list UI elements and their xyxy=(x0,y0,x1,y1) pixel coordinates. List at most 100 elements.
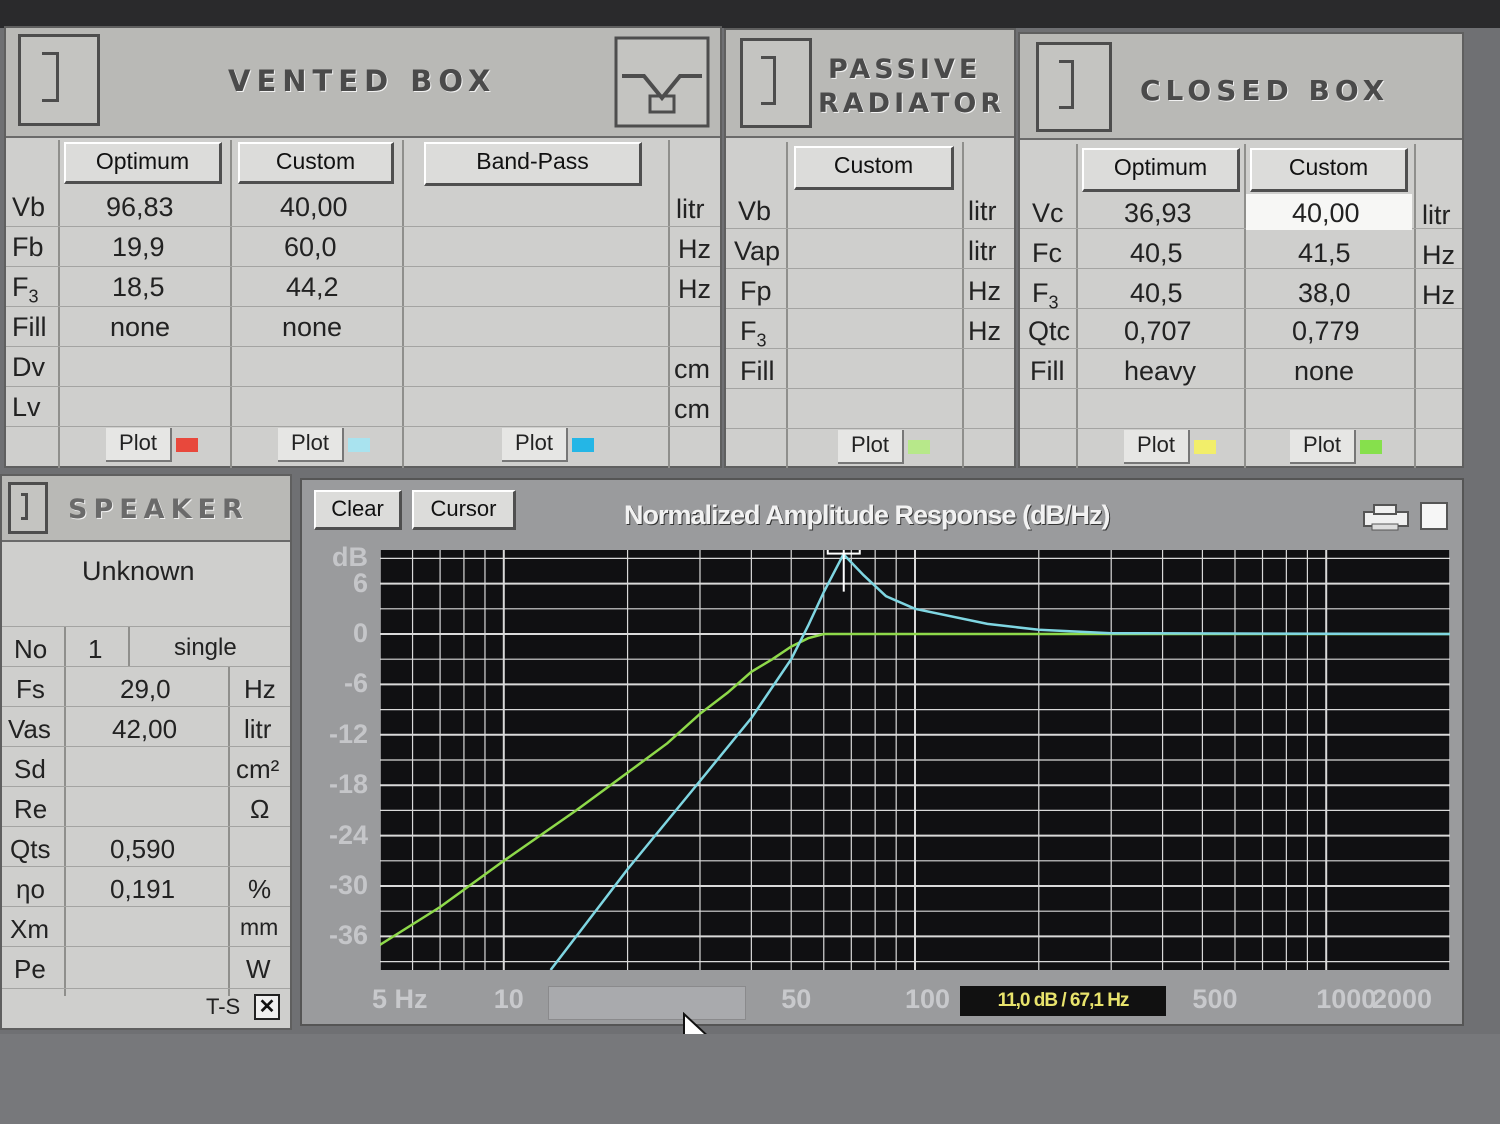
closed-cust-vc-input[interactable]: 40,00 xyxy=(1292,198,1360,229)
closed-unit-f3: Hz xyxy=(1422,280,1455,310)
passive-row-line xyxy=(726,228,1014,229)
printer-icon[interactable] xyxy=(1360,502,1412,532)
passive-row-line xyxy=(726,268,1014,269)
speaker-no-label: No xyxy=(14,634,48,664)
speaker-mode-select[interactable]: single xyxy=(174,634,237,662)
ts-label: T-S xyxy=(206,994,241,1019)
passive-row-label-vap: Vap xyxy=(734,236,781,266)
vented-cust-fb[interactable]: 60,0 xyxy=(284,232,337,263)
vented-optimum-plot-swatch xyxy=(176,438,198,452)
speaker-param-label-pe: Pe xyxy=(14,954,46,984)
y-tick-label: -24 xyxy=(328,819,368,850)
speaker-header[interactable]: SPEAKER xyxy=(2,476,290,542)
closed-cust-qtc[interactable]: 0,779 xyxy=(1292,316,1360,347)
graph-options-checkbox[interactable] xyxy=(1420,502,1448,530)
passive-radiator-header[interactable]: PASSIVE RADIATOR xyxy=(726,30,1014,138)
passive-custom-button[interactable]: Custom xyxy=(794,146,954,190)
vented-row-label-vb: Vb xyxy=(12,192,46,222)
clear-button[interactable]: Clear xyxy=(314,490,402,530)
closed-optimum-button[interactable]: Optimum xyxy=(1082,148,1240,192)
vented-opt-fill[interactable]: none xyxy=(110,312,170,343)
vented-opt-vb[interactable]: 96,83 xyxy=(106,192,174,223)
vented-row-label-fb: Fb xyxy=(12,232,44,262)
closed-row-line xyxy=(1020,348,1462,349)
vented-unit-vb: litr xyxy=(676,194,705,224)
x-tick-label: 50 xyxy=(781,984,812,1014)
zoom-control-strip[interactable] xyxy=(548,986,746,1020)
vented-box-panel: VENTED BOX Optimum Custom Band-Pass Vb 9… xyxy=(4,26,722,468)
graph-panel: Clear Cursor Normalized Amplitude Respon… xyxy=(300,478,1464,1026)
y-tick-label: -36 xyxy=(328,920,368,951)
passive-row-line xyxy=(726,428,1014,429)
speaker-param-unit-fs: Hz xyxy=(244,674,276,704)
vented-cust-f3[interactable]: 44,2 xyxy=(286,272,339,303)
y-tick-label: 0 xyxy=(352,618,368,648)
closed-custom-plot-button[interactable]: Plot xyxy=(1290,430,1356,464)
closed-opt-fc[interactable]: 40,5 xyxy=(1130,238,1183,269)
closed-row-label-f3: F3 xyxy=(1032,278,1059,313)
vented-cust-fill[interactable]: none xyxy=(282,312,342,343)
vented-optimum-plot-button[interactable]: Plot xyxy=(106,428,172,462)
closed-row-label-fc: Fc xyxy=(1032,238,1062,268)
speaker-param-unit-xm: mm xyxy=(240,914,279,940)
speaker-param-unit-vas: litr xyxy=(244,714,272,744)
vented-cust-vb[interactable]: 40,00 xyxy=(280,192,348,223)
speaker-param-value-qts[interactable]: 0,590 xyxy=(110,834,175,865)
vented-unit-dv: cm xyxy=(674,354,710,384)
speaker-param-label-fs: Fs xyxy=(16,674,45,704)
closed-custom-button[interactable]: Custom xyxy=(1250,148,1408,192)
vented-opt-f3[interactable]: 18,5 xyxy=(112,272,165,303)
graph-title: Normalized Amplitude Response (dB/Hz) xyxy=(624,500,1111,530)
speaker-param-unit-sd: cm² xyxy=(236,754,280,784)
closed-cust-fc[interactable]: 41,5 xyxy=(1298,238,1351,269)
speaker-title: SPEAKER xyxy=(68,494,249,525)
speaker-row-line xyxy=(2,706,290,707)
speaker-name[interactable]: Unknown xyxy=(82,556,195,587)
vented-custom-button[interactable]: Custom xyxy=(238,142,394,184)
closed-opt-qtc[interactable]: 0,707 xyxy=(1124,316,1192,347)
closed-cust-f3[interactable]: 38,0 xyxy=(1298,278,1351,309)
passive-unit-f3: Hz xyxy=(968,316,1001,346)
speaker-param-value-fs[interactable]: 29,0 xyxy=(120,674,171,705)
vented-opt-fb[interactable]: 19,9 xyxy=(112,232,165,263)
bandpass-plot-button[interactable]: Plot xyxy=(502,428,568,462)
ts-checkbox[interactable]: ✕ xyxy=(254,994,280,1020)
vented-row-line xyxy=(6,386,720,387)
closed-opt-f3[interactable]: 40,5 xyxy=(1130,278,1183,309)
x-tick-label: 5 Hz xyxy=(372,984,428,1014)
speaker-col-sep-3 xyxy=(128,626,130,666)
closed-opt-fill[interactable]: heavy xyxy=(1124,356,1196,387)
cursor-button[interactable]: Cursor xyxy=(412,490,516,530)
speaker-row-line xyxy=(2,826,290,827)
speaker-param-label-eta: ηo xyxy=(16,874,45,904)
passive-row-line xyxy=(726,308,1014,309)
closed-col-sep-1 xyxy=(1076,144,1078,468)
x-tick-label: 100 xyxy=(905,984,951,1014)
closed-box-header[interactable]: CLOSED BOX xyxy=(1020,34,1462,140)
vented-row-line xyxy=(6,226,720,227)
closed-col-sep-3 xyxy=(1414,144,1416,468)
passive-row-line xyxy=(726,348,1014,349)
band-pass-button[interactable]: Band-Pass xyxy=(424,142,642,186)
vented-optimum-button[interactable]: Optimum xyxy=(64,142,222,184)
closed-opt-vc[interactable]: 36,93 xyxy=(1124,198,1192,229)
top-strip xyxy=(0,0,1500,28)
vented-custom-plot-button[interactable]: Plot xyxy=(278,428,344,462)
speaker-param-value-eta[interactable]: 0,191 xyxy=(110,874,175,905)
closed-cust-fill[interactable]: none xyxy=(1294,356,1354,387)
passive-title-line2: RADIATOR xyxy=(818,88,1006,119)
speaker-param-value-vas[interactable]: 42,00 xyxy=(112,714,177,745)
vented-box-header[interactable]: VENTED BOX xyxy=(6,28,720,138)
passive-plot-swatch xyxy=(908,440,930,454)
passive-plot-button[interactable]: Plot xyxy=(838,430,904,464)
vented-col-sep-1 xyxy=(58,140,60,468)
y-tick-label: 6 xyxy=(352,567,368,598)
y-tick-label: -6 xyxy=(343,668,368,699)
speaker-row-line xyxy=(2,988,290,989)
closed-optimum-plot-button[interactable]: Plot xyxy=(1124,430,1190,464)
cursor-readout: 11,0 dB / 67,1 Hz xyxy=(960,986,1166,1016)
speaker-no-value[interactable]: 1 xyxy=(88,634,102,665)
passive-logo-icon xyxy=(740,38,812,128)
response-chart[interactable] xyxy=(380,550,1450,970)
passive-title-line1: PASSIVE xyxy=(828,54,982,85)
